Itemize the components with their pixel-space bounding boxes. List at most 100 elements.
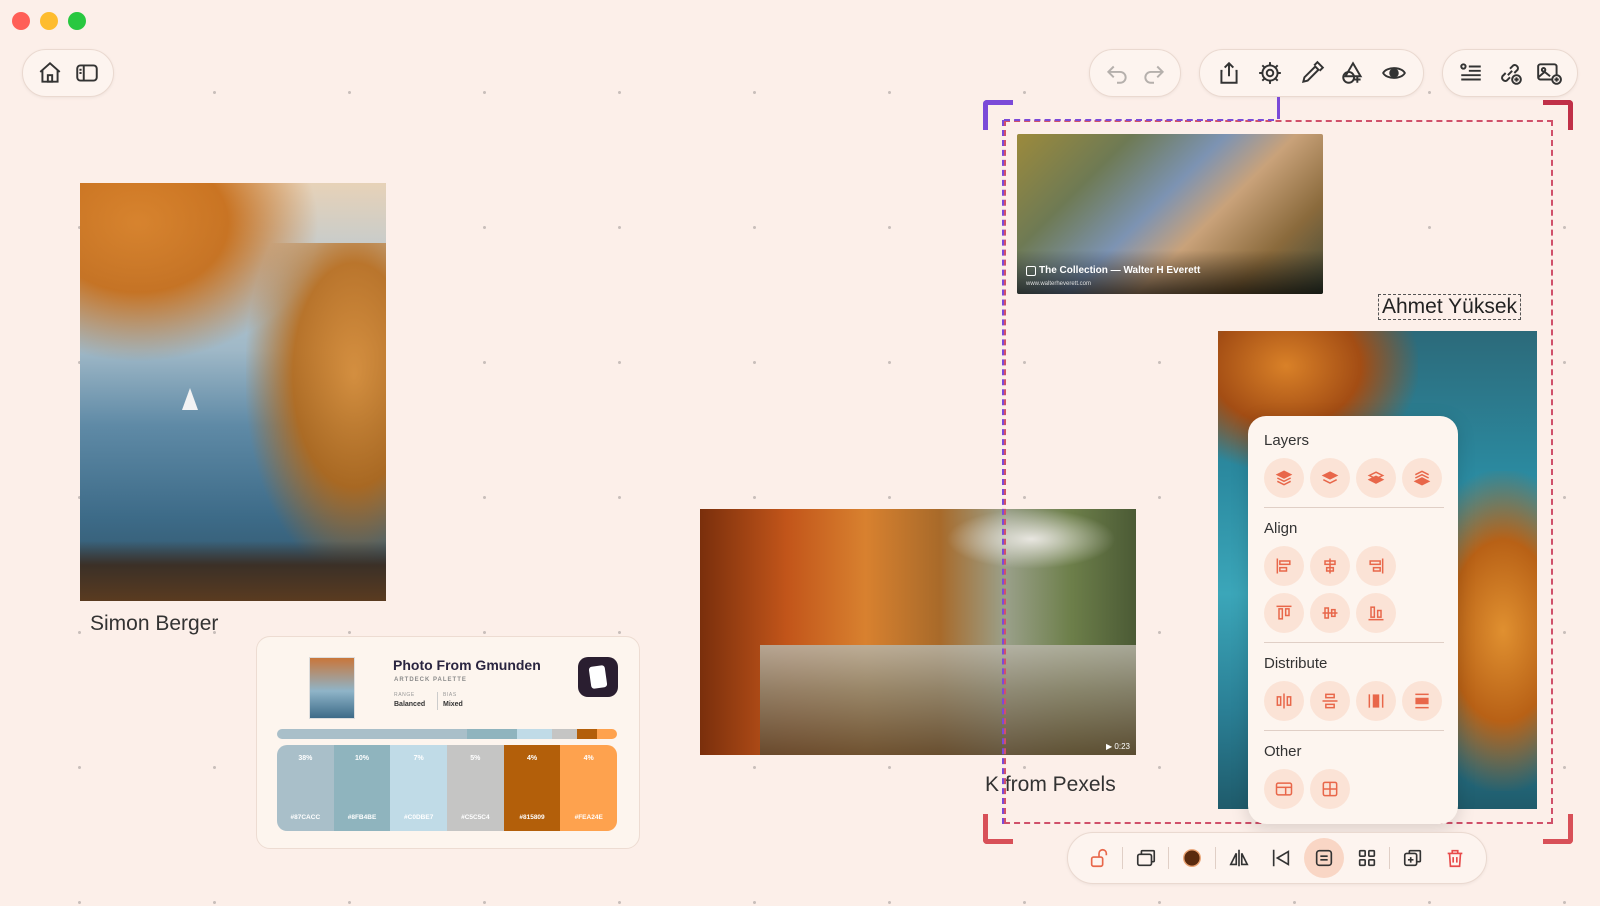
align-buttons-row-1 — [1264, 546, 1396, 586]
other-section-title: Other — [1264, 743, 1302, 760]
send-backward-button[interactable] — [1356, 458, 1396, 498]
toolbar-divider — [1389, 847, 1391, 869]
distribute-horizontal-button[interactable] — [1264, 681, 1304, 721]
minimize-window-button[interactable] — [40, 12, 58, 30]
bring-forward-icon — [1321, 471, 1339, 484]
add-link-button[interactable] — [1494, 55, 1527, 91]
eyedropper-button[interactable] — [1294, 55, 1328, 91]
color-palette-card[interactable]: Photo From Gmunden ARTDECK PALETTE RANGE… — [256, 636, 640, 849]
sailboat-graphic — [182, 388, 198, 410]
range-label: RANGE — [394, 692, 415, 698]
panel-divider — [1264, 642, 1444, 643]
navigation-toolbar — [22, 49, 114, 97]
palette-subtitle: ARTDECK PALETTE — [394, 677, 467, 683]
arrange-button[interactable] — [1303, 838, 1344, 878]
sidebar-icon — [75, 64, 98, 82]
send-backward-icon — [1367, 471, 1385, 484]
swatch-percent: 4% — [526, 755, 538, 762]
history-toolbar — [1089, 49, 1181, 97]
align-right-button[interactable] — [1356, 546, 1396, 586]
bring-to-front-button[interactable] — [1264, 458, 1304, 498]
align-center-horizontal-button[interactable] — [1310, 546, 1350, 586]
flip-vertical-button[interactable] — [1262, 839, 1300, 877]
distribute-height-button[interactable] — [1402, 681, 1442, 721]
palette-bar-segment — [577, 729, 597, 739]
settings-icon — [1259, 62, 1282, 84]
layers-section-title: Layers — [1264, 432, 1310, 449]
bring-forward-button[interactable] — [1310, 458, 1350, 498]
toggle-sidebar-button[interactable] — [72, 55, 101, 91]
grid-button[interactable] — [1310, 769, 1350, 809]
palette-source-thumbnail — [309, 657, 355, 719]
toolbar-divider — [1215, 847, 1217, 869]
shore-rocks-graphic — [80, 541, 386, 601]
meta-divider — [437, 692, 438, 710]
align-middle-vertical-button[interactable] — [1310, 593, 1350, 633]
frame-button[interactable] — [1127, 839, 1165, 877]
share-button[interactable] — [1212, 55, 1246, 91]
add-image-button[interactable] — [1532, 55, 1565, 91]
resize-handle-bottom-left[interactable] — [983, 814, 1013, 844]
align-bottom-icon — [1368, 606, 1384, 621]
color-button[interactable] — [1173, 839, 1211, 877]
zoom-window-button[interactable] — [68, 12, 86, 30]
selection-toolbar — [1067, 832, 1487, 884]
distribute-width-button[interactable] — [1356, 681, 1396, 721]
swatch-percent: 7% — [413, 755, 424, 762]
add-link-icon — [1501, 64, 1522, 85]
frame-icon — [1136, 849, 1155, 867]
undo-button[interactable] — [1102, 55, 1131, 91]
palette-swatch[interactable]: 10% #8FB4BE — [333, 745, 391, 831]
duplicate-button[interactable] — [1394, 839, 1432, 877]
unlock-icon — [1090, 848, 1108, 868]
layout-button[interactable] — [1264, 769, 1304, 809]
palette-swatch[interactable]: 4% #815809 — [503, 745, 561, 831]
preview-icon — [1381, 67, 1406, 79]
distribute-vertical-button[interactable] — [1310, 681, 1350, 721]
send-to-back-button[interactable] — [1402, 458, 1442, 498]
delete-button[interactable] — [1436, 839, 1474, 877]
preview-button[interactable] — [1377, 55, 1411, 91]
align-top-icon — [1276, 605, 1292, 620]
resize-handle-top-left[interactable] — [983, 100, 1013, 130]
lake-photo[interactable] — [80, 183, 386, 601]
swatch-percent: 10% — [355, 755, 370, 762]
lake-photo-caption[interactable]: Simon Berger — [90, 612, 218, 636]
range-value: Balanced — [394, 701, 426, 708]
flip-horizontal-button[interactable] — [1220, 839, 1258, 877]
resize-handle-top-right[interactable] — [1543, 100, 1573, 130]
resize-handle-bottom-right[interactable] — [1543, 814, 1573, 844]
duplicate-icon — [1404, 849, 1422, 867]
eyedropper-icon — [1301, 60, 1324, 84]
swatch-hex: #87CACC — [290, 814, 321, 821]
layout-icon — [1275, 782, 1293, 796]
flip-vertical-icon — [1272, 849, 1289, 867]
share-icon — [1220, 61, 1238, 84]
align-top-button[interactable] — [1264, 593, 1304, 633]
align-buttons-row-2 — [1264, 593, 1396, 633]
palette-swatch[interactable]: 7% #C0DBE7 — [390, 745, 448, 831]
swatch-percent: 4% — [583, 755, 594, 762]
palette-swatch[interactable]: 38% #87CACC — [277, 745, 334, 831]
settings-button[interactable] — [1253, 55, 1287, 91]
grid-view-button[interactable] — [1348, 839, 1386, 877]
palette-swatch[interactable]: 5% #C5C5C4 — [447, 745, 504, 831]
align-left-button[interactable] — [1264, 546, 1304, 586]
align-section-title: Align — [1264, 520, 1298, 537]
close-window-button[interactable] — [12, 12, 30, 30]
unlock-button[interactable] — [1080, 839, 1118, 877]
distribute-horizontal-icon — [1276, 693, 1292, 709]
bias-value: Mixed — [443, 701, 463, 708]
add-text-button[interactable] — [1455, 55, 1488, 91]
artdeck-app-icon — [578, 657, 618, 697]
arrange-panel: Layers Align Distribute Other — [1248, 416, 1458, 824]
add-shape-button[interactable] — [1336, 55, 1370, 91]
flip-horizontal-icon — [1229, 849, 1249, 867]
align-middle-vertical-icon — [1322, 607, 1338, 619]
home-button[interactable] — [35, 55, 64, 91]
palette-swatch[interactable]: 4% #FEA24E — [560, 745, 617, 831]
align-center-horizontal-icon — [1324, 558, 1336, 574]
rotation-handle[interactable] — [1277, 97, 1280, 119]
redo-button[interactable] — [1139, 55, 1168, 91]
align-bottom-button[interactable] — [1356, 593, 1396, 633]
